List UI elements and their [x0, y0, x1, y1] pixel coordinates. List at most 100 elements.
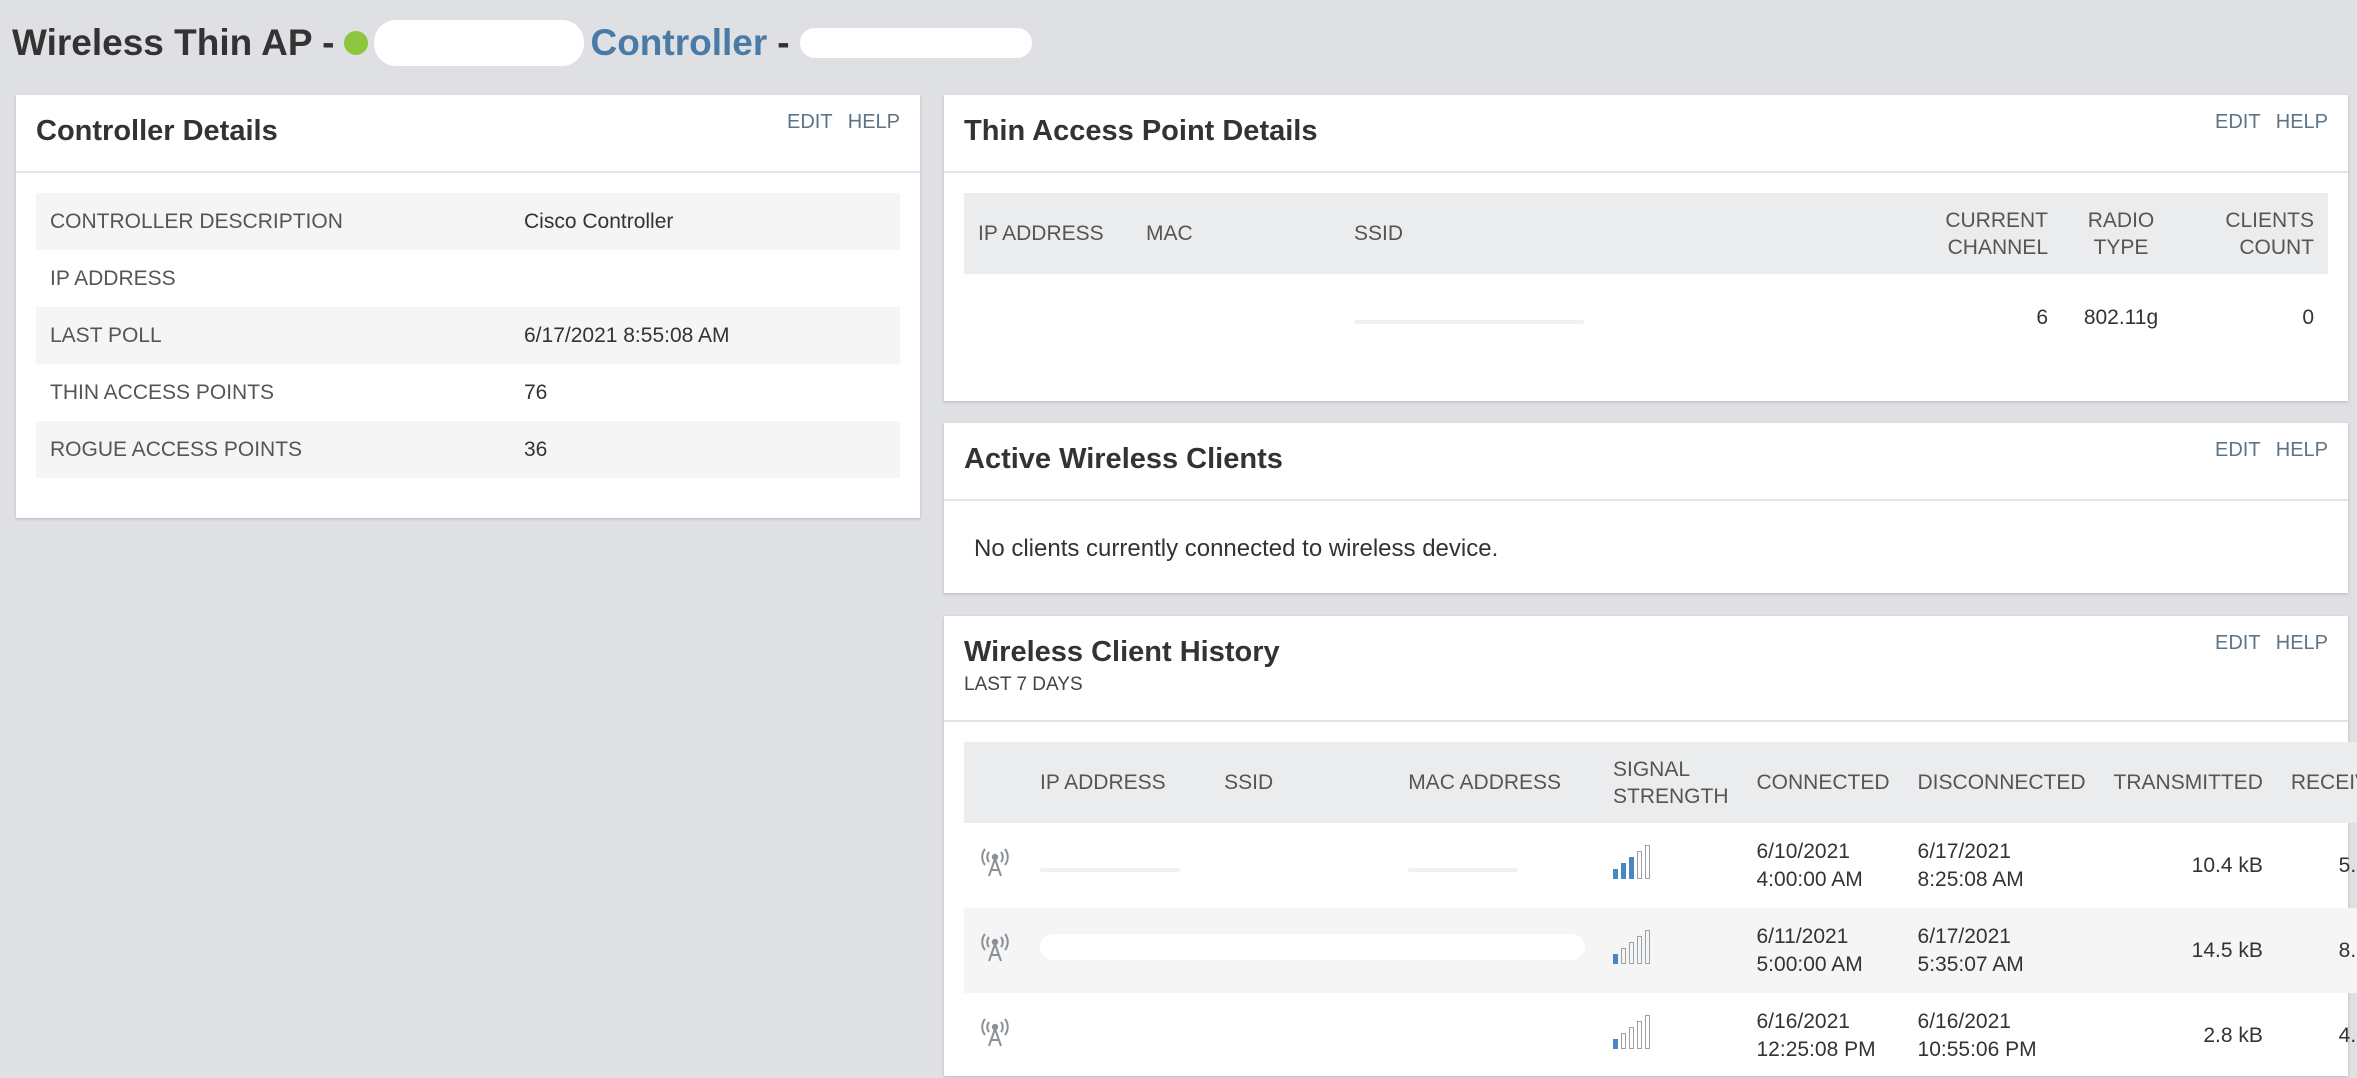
panel-header: Controller Details EDIT HELP — [16, 95, 920, 173]
row-value — [510, 250, 900, 307]
row-key: ROGUE ACCESS POINTS — [36, 421, 510, 478]
connected-time: 6/10/2021 4:00:00 AM — [1756, 839, 1863, 891]
edit-link[interactable]: EDIT — [2215, 632, 2260, 654]
col-radio-type: RADIO TYPE — [2062, 193, 2180, 274]
signal-bars-icon — [1613, 1014, 1650, 1049]
thin-ap-table: IP ADDRESS MAC SSID CURRENT CHANNEL RADIO… — [964, 193, 2328, 362]
panel-header: Wireless Client History LAST 7 DAYS EDIT… — [944, 616, 2348, 722]
redacted-address — [799, 28, 1032, 58]
panel-header: Thin Access Point Details EDIT HELP — [944, 95, 2348, 173]
table-row: LAST POLL 6/17/2021 8:55:08 AM — [36, 307, 900, 364]
table-row: IP ADDRESS — [36, 250, 900, 307]
row-value: 36 — [510, 421, 900, 478]
page-title-prefix: Wireless Thin AP - — [12, 22, 335, 63]
help-link[interactable]: HELP — [848, 111, 900, 133]
row-value: Cisco Controller — [510, 193, 900, 250]
panel-title: Thin Access Point Details — [964, 115, 1318, 147]
col-ip-address: IP ADDRESS — [1026, 742, 1211, 823]
col-ip-address: IP ADDRESS — [964, 193, 1132, 274]
ap-clients-count: 0 — [2302, 306, 2314, 329]
client-ssid — [1210, 823, 1394, 908]
ap-ssid — [1340, 274, 1931, 362]
client-ip — [1026, 823, 1210, 908]
disconnected-time: 6/17/2021 8:25:08 AM — [1917, 839, 2024, 891]
redacted-client-info — [1026, 908, 1599, 993]
col-mac: MAC — [1132, 193, 1340, 274]
ap-channel: 6 — [2036, 306, 2048, 329]
col-clients-count: CLIENTS COUNT — [2180, 193, 2328, 274]
ap-ip — [964, 274, 1132, 362]
disconnected-time: 6/17/2021 5:35:07 AM — [1903, 908, 2100, 993]
col-mac-address: MAC ADDRESS — [1394, 742, 1599, 823]
client-mac — [1394, 993, 1599, 1078]
panel-title: Controller Details — [36, 115, 278, 147]
connected-time: 6/16/2021 12:25:08 PM — [1756, 1009, 1876, 1061]
client-history-panel: Wireless Client History LAST 7 DAYS EDIT… — [944, 616, 2357, 1076]
antenna-icon — [964, 908, 1026, 993]
col-ssid: SSID — [1210, 742, 1395, 823]
panel-actions: EDIT HELP — [777, 111, 900, 134]
client-history-table: IP ADDRESS SSID MAC ADDRESS SIGNAL STRENG… — [964, 742, 2357, 1078]
panel-title: Active Wireless Clients — [964, 443, 1283, 475]
page-title: Wireless Thin AP - Controller - — [12, 20, 1032, 66]
signal-strength — [1599, 823, 1743, 908]
edit-link[interactable]: EDIT — [2215, 111, 2260, 133]
received-bytes: 5.9 kB — [2338, 853, 2357, 877]
col-ssid: SSID — [1340, 193, 1932, 274]
active-clients-panel: Active Wireless Clients EDIT HELP No cli… — [944, 423, 2348, 593]
panel-subtitle: LAST 7 DAYS — [964, 674, 1083, 695]
status-dot-icon — [344, 31, 369, 55]
table-row[interactable]: 6/16/2021 12:25:08 PM 6/16/2021 10:55:06 PM… — [964, 993, 2357, 1078]
redacted-name — [374, 20, 585, 66]
client-ip — [1026, 993, 1210, 1078]
transmitted-bytes: 14.5 kB — [2099, 908, 2277, 993]
col-signal-strength: SIGNAL STRENGTH — [1599, 742, 1743, 823]
client-ssid — [1210, 993, 1394, 1078]
table-row: THIN ACCESS POINTS 76 — [36, 364, 900, 421]
controller-details-panel: Controller Details EDIT HELP CONTROLLER … — [16, 95, 920, 518]
signal-bars-icon — [1613, 844, 1650, 879]
help-link[interactable]: HELP — [2276, 111, 2328, 133]
table-row: CONTROLLER DESCRIPTION Cisco Controller — [36, 193, 900, 250]
received-bytes: 8.3 kB — [2276, 908, 2357, 993]
edit-link[interactable]: EDIT — [787, 111, 832, 133]
panel-header: Active Wireless Clients EDIT HELP — [944, 423, 2348, 501]
table-row[interactable]: 6/11/2021 5:00:00 AM 6/17/2021 5:35:07 AM 14… — [964, 908, 2357, 993]
edit-link[interactable]: EDIT — [2215, 439, 2260, 461]
title-separator: - — [777, 22, 790, 63]
col-connected: CONNECTED — [1742, 742, 1904, 823]
panel-title: Wireless Client History — [964, 636, 1280, 668]
signal-bars-icon — [1613, 929, 1650, 964]
ap-radio-type: 802.11g — [2083, 306, 2159, 329]
disconnected-time: 6/16/2021 10:55:06 PM — [1917, 1009, 2037, 1061]
table-row: ROGUE ACCESS POINTS 36 — [36, 421, 900, 478]
table-row[interactable]: 6/10/2021 4:00:00 AM 6/17/2021 8:25:08 AM 10… — [964, 823, 2357, 908]
antenna-icon — [964, 993, 1026, 1078]
signal-strength — [1599, 908, 1743, 993]
col-received: RECEIVED — [2276, 742, 2357, 823]
col-current-channel: CURRENT CHANNEL — [1931, 193, 2062, 274]
col-icon — [964, 742, 1026, 823]
table-header-row: IP ADDRESS MAC SSID CURRENT CHANNEL RADIO… — [964, 193, 2328, 274]
col-transmitted: TRANSMITTED — [2099, 742, 2277, 823]
received-bytes: 4.5 kB — [2338, 1023, 2357, 1047]
help-link[interactable]: HELP — [2276, 632, 2328, 654]
row-key: IP ADDRESS — [50, 266, 176, 290]
controller-details-table: CONTROLLER DESCRIPTION Cisco Controller … — [36, 193, 900, 478]
signal-strength — [1599, 993, 1743, 1078]
connected-time: 6/11/2021 5:00:00 AM — [1742, 908, 1904, 993]
ap-mac — [1132, 274, 1340, 362]
panel-actions: EDIT HELP — [2205, 111, 2328, 134]
controller-link[interactable]: Controller — [590, 22, 767, 64]
table-header-row: IP ADDRESS SSID MAC ADDRESS SIGNAL STRENG… — [964, 742, 2357, 823]
row-key: LAST POLL — [36, 307, 510, 364]
transmitted-bytes: 2.8 kB — [2203, 1023, 2263, 1047]
panel-actions: EDIT HELP — [2205, 439, 2328, 462]
row-key: THIN ACCESS POINTS — [50, 380, 275, 404]
client-mac — [1394, 823, 1599, 908]
help-link[interactable]: HELP — [2276, 439, 2328, 461]
empty-message: No clients currently connected to wirele… — [974, 535, 1499, 562]
row-value: 76 — [524, 380, 548, 404]
row-value: 6/17/2021 8:55:08 AM — [510, 307, 900, 364]
thin-ap-details-panel: Thin Access Point Details EDIT HELP IP A… — [944, 95, 2348, 401]
